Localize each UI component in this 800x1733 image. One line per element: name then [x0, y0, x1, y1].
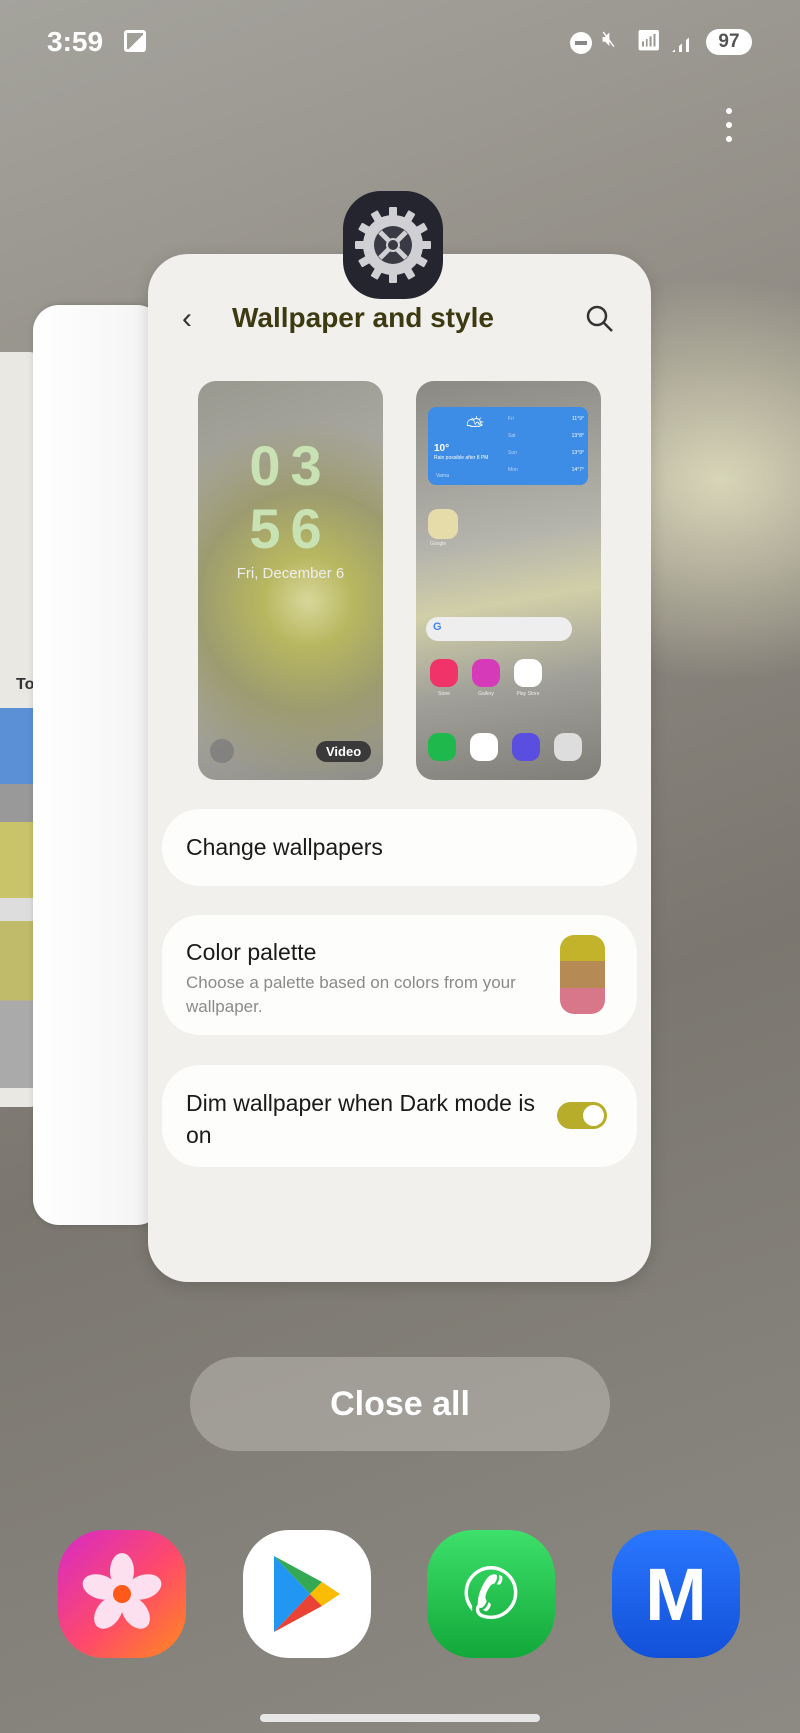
google-search-bar: G	[426, 617, 572, 641]
members-m-icon: M	[645, 1552, 707, 1636]
internet-dock-icon	[512, 733, 540, 761]
image-icon	[124, 30, 146, 52]
row-title: Color palette	[186, 939, 317, 965]
search-icon[interactable]	[585, 304, 615, 334]
lock-date: Fri, December 6	[236, 565, 345, 582]
forecast-row: Sat 13°8°	[508, 433, 584, 439]
home-screen-preview[interactable]: ⛅︎ 10° Rain possible after 8 PM Varna Fr…	[416, 381, 601, 780]
mute-icon: 🔇︎	[602, 26, 616, 51]
weather-cloud-icon: ⛅︎	[466, 413, 484, 438]
camera-dock-icon	[554, 733, 582, 761]
folder-label: Google	[430, 541, 447, 547]
lock-clock-minutes: 56	[249, 497, 332, 560]
status-time: 3:59	[47, 26, 104, 57]
battery-level: 97	[706, 29, 752, 55]
phone-dock-icon	[428, 733, 456, 761]
dock-play-store[interactable]	[243, 1530, 371, 1658]
app-label: Store	[438, 691, 450, 697]
store-app-icon	[430, 659, 458, 687]
settings-gear-icon	[355, 207, 431, 283]
app-label: Gallery	[478, 691, 494, 697]
dnd-icon	[570, 32, 592, 54]
status-bar: 3:59 🔇︎ 📶︎ 97	[0, 24, 800, 64]
play-store-icon	[274, 1556, 340, 1632]
forecast-row: Fri 11°9°	[508, 416, 584, 422]
recent-app-card-settings[interactable]: ‹ Wallpaper and style 03 56 Fri, Decembe…	[148, 254, 651, 1282]
messages-dock-icon	[470, 733, 498, 761]
gallery-flower-icon	[82, 1553, 162, 1629]
page-title: Wallpaper and style	[232, 302, 494, 333]
lock-clock-hours: 03	[249, 434, 332, 497]
palette-swatch	[560, 935, 605, 1014]
close-all-button[interactable]: Close all	[190, 1357, 610, 1451]
weather-widget: ⛅︎ 10° Rain possible after 8 PM Varna Fr…	[428, 407, 588, 485]
weather-location: Varna	[436, 473, 449, 479]
google-folder-icon	[428, 509, 458, 539]
dim-wallpaper-row[interactable]: Dim wallpaper when Dark mode is on	[162, 1065, 637, 1167]
row-subtitle: Choose a palette based on colors from yo…	[186, 973, 516, 1016]
home-gesture-bar[interactable]	[260, 1714, 540, 1722]
signal-icon	[672, 30, 698, 52]
recent-app-card-previous[interactable]	[33, 305, 163, 1225]
settings-app-icon[interactable]	[343, 191, 443, 299]
dock-phone[interactable]: ✆	[427, 1530, 555, 1658]
row-title: Change wallpapers	[186, 834, 383, 860]
flashlight-icon	[210, 739, 234, 763]
wifi-icon: 📶︎	[636, 30, 662, 52]
phone-icon: ✆	[461, 1555, 521, 1633]
lock-screen-preview[interactable]: 03 56 Fri, December 6 Video	[198, 381, 383, 780]
app-label: Play Store	[516, 691, 540, 697]
forecast-row: Sun 13°9°	[508, 450, 584, 456]
video-badge: Video	[316, 741, 372, 762]
dim-wallpaper-toggle[interactable]	[557, 1102, 607, 1129]
dock-gallery[interactable]	[58, 1530, 186, 1658]
color-palette-row[interactable]: Color palette Choose a palette based on …	[162, 915, 637, 1035]
back-icon[interactable]: ‹	[182, 302, 192, 336]
dock-samsung-members[interactable]: M	[612, 1530, 740, 1658]
card-fragment-title: To	[16, 676, 35, 693]
more-options-icon[interactable]	[722, 108, 736, 148]
gallery-app-icon	[472, 659, 500, 687]
play-store-app-icon	[514, 659, 542, 687]
weather-temp: 10°	[434, 443, 450, 454]
row-title: Dim wallpaper when Dark mode is on	[186, 1090, 535, 1148]
forecast-row: Mon 14°7°	[508, 467, 584, 473]
weather-desc: Rain possible after 8 PM	[434, 455, 489, 461]
change-wallpapers-row[interactable]: Change wallpapers	[162, 809, 637, 886]
